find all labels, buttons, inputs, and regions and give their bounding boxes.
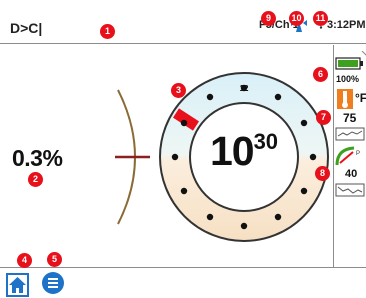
- pitch-value: 0.3%: [12, 145, 63, 171]
- temp-history-icon: [335, 127, 365, 141]
- clock-label-3: 3: [311, 153, 316, 162]
- battery-icon: [335, 51, 366, 70]
- callout-5: 5: [47, 252, 62, 267]
- callout-4: 4: [17, 253, 32, 268]
- home-icon: [9, 277, 26, 293]
- svg-text:P: P: [356, 151, 360, 157]
- home-button[interactable]: [6, 273, 29, 297]
- callout-2: 2: [28, 172, 43, 187]
- temperature-unit: °F: [355, 91, 366, 105]
- sensor-side-panel: 100% °F 75 P 40: [333, 45, 366, 267]
- roll-tick: [300, 187, 308, 195]
- roll-tick: [274, 213, 282, 221]
- callout-10: 10: [289, 11, 304, 26]
- roll-tick: [180, 119, 188, 127]
- callout-7: 7: [316, 110, 331, 125]
- roll-clock-minute: 30: [253, 129, 279, 154]
- roll-tick: [180, 187, 188, 195]
- clock-label-6: 6: [242, 222, 247, 231]
- roll-tick: [206, 93, 214, 101]
- menu-icon: [48, 278, 58, 288]
- temperature-value: 75: [343, 111, 357, 125]
- roll-tick: [206, 213, 214, 221]
- pressure-value: 40: [345, 168, 358, 180]
- clock-label-9: 9: [173, 153, 178, 162]
- pressure-history-icon: [335, 183, 365, 197]
- callout-6: 6: [313, 67, 328, 82]
- roll-tick: [274, 93, 282, 101]
- pressure-gauge-icon: P: [335, 146, 360, 166]
- callout-1: 1: [100, 24, 115, 39]
- battery-percent: 100%: [336, 74, 360, 84]
- roll-clock-readout: 1030: [189, 128, 299, 188]
- roll-clock-hour: 10: [209, 128, 255, 174]
- callout-3: 3: [171, 83, 186, 98]
- clock-label-12: 12: [240, 84, 249, 93]
- menu-button[interactable]: [42, 272, 64, 294]
- callout-11: 11: [313, 11, 328, 26]
- bottom-bar: [0, 267, 366, 298]
- roll-tick: [300, 119, 308, 127]
- callout-8: 8: [315, 166, 330, 181]
- callout-9: 9: [261, 11, 276, 26]
